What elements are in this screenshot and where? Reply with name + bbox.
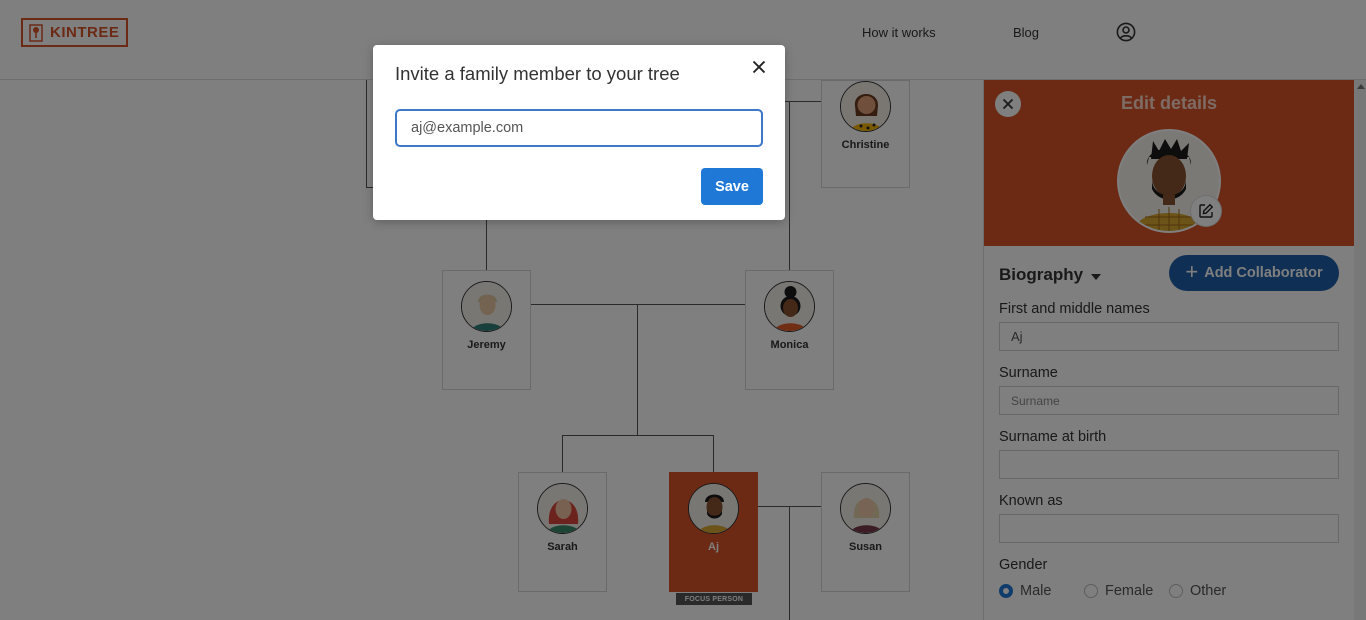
close-icon[interactable]: [751, 59, 767, 75]
modal-title: Invite a family member to your tree: [395, 63, 680, 84]
invite-modal: Invite a family member to your tree Save: [373, 45, 785, 220]
invite-email-input[interactable]: [395, 109, 763, 147]
save-button[interactable]: Save: [701, 168, 763, 205]
